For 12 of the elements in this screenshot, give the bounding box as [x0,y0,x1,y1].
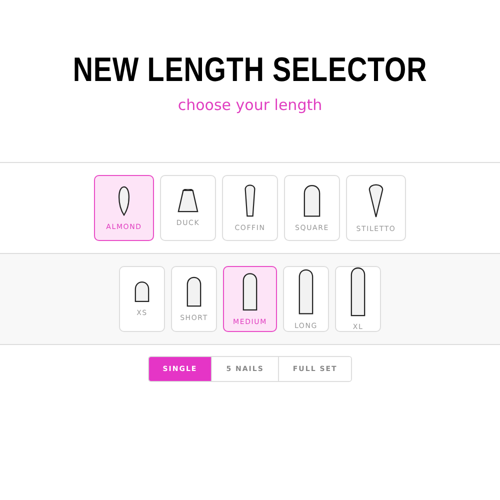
nail-length-icon [134,281,150,303]
nail-shape-icon [303,184,321,218]
nail-shape-icon [177,189,199,213]
nail-shape-icon [368,183,384,219]
nail-length-icon [242,272,258,312]
subtitle: choose your length [178,96,322,114]
nail-length-icon [298,268,314,316]
nail-length-icon [186,276,202,308]
page-title: NEW LENGTH SELECTOR [72,50,428,90]
nail-shape-icon [116,185,132,217]
nail-shape-icon [242,184,258,218]
nail-length-icon [350,267,366,317]
